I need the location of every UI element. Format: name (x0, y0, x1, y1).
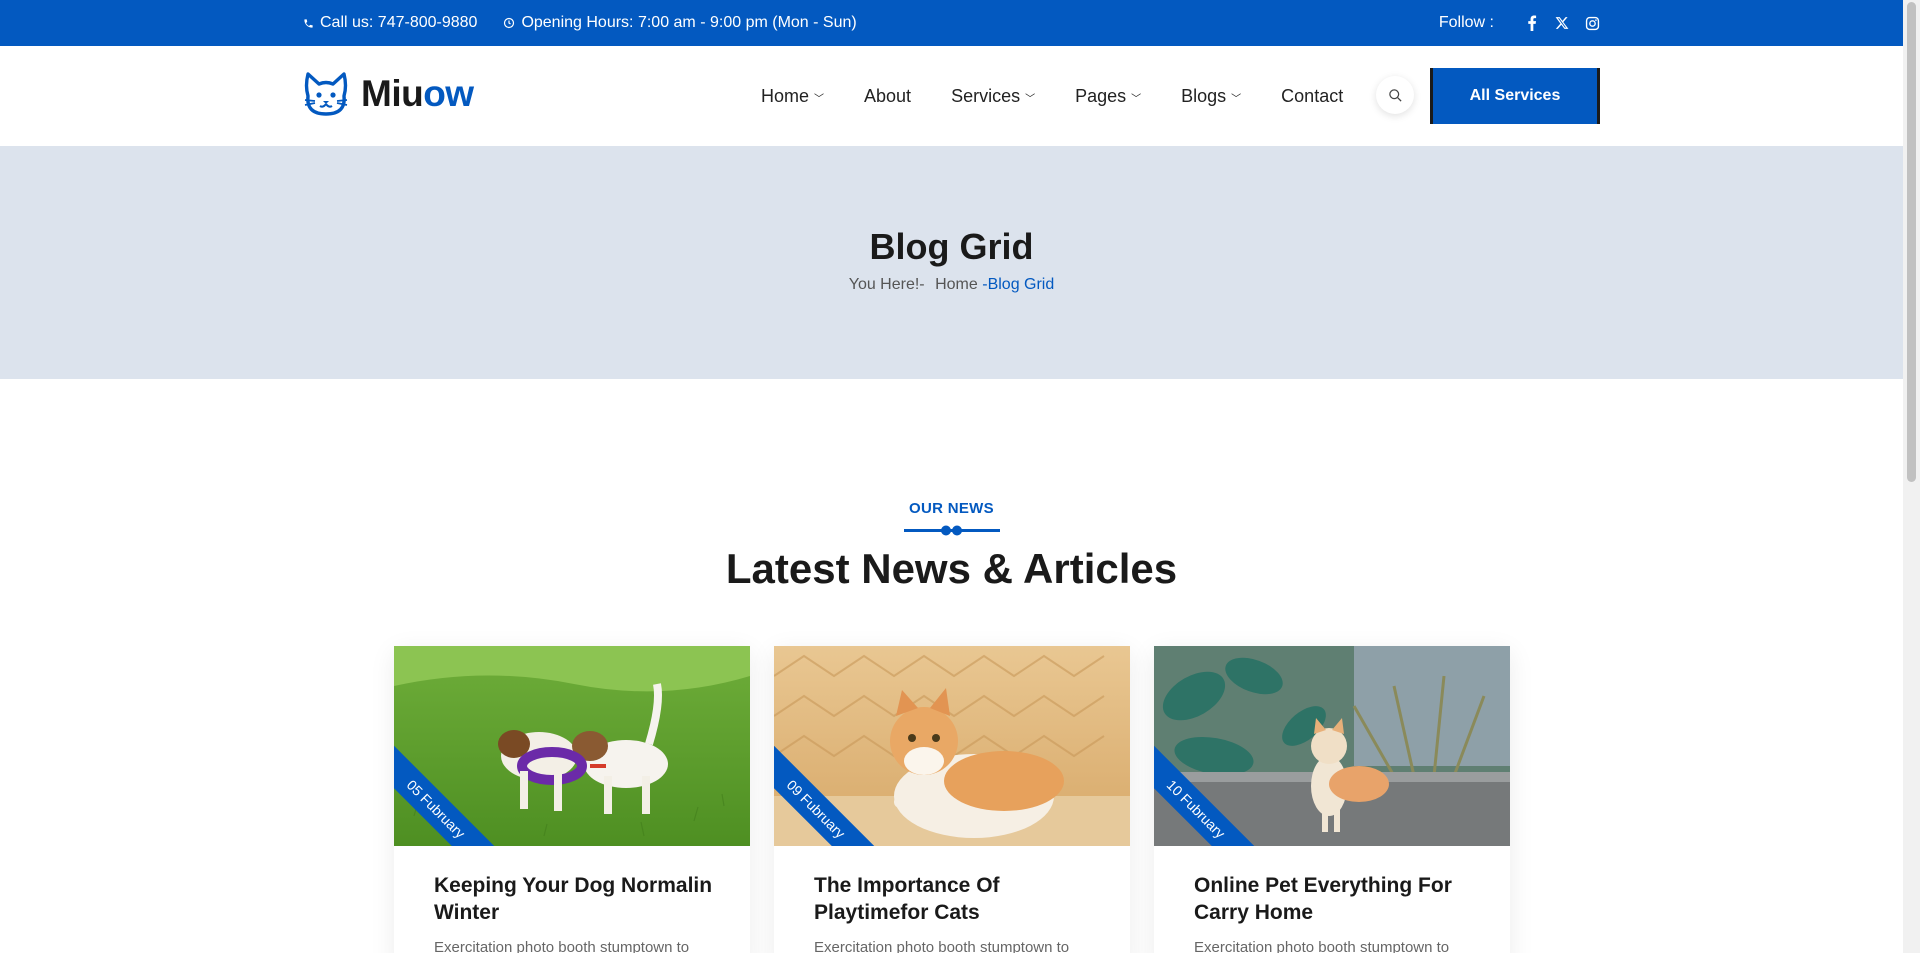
chevron-down-icon: ﹀ (1025, 93, 1036, 105)
facebook-icon[interactable] (1524, 15, 1540, 31)
scrollbar-thumb[interactable] (1907, 2, 1916, 482)
breadcrumb-prefix: You Here!- (848, 276, 925, 293)
hours-text: Opening Hours: 7:00 am - 9:00 pm (Mon - … (521, 14, 857, 31)
cat-logo-icon (304, 72, 348, 116)
nav-item-pages[interactable]: Pages ﹀ (1075, 86, 1141, 107)
brand-name: Miuow (361, 73, 474, 114)
search-icon (1388, 88, 1402, 102)
social-links (1524, 15, 1600, 31)
phone-icon (304, 18, 313, 28)
main-nav: Home ﹀ About Services ﹀ Pages ﹀ Blogs ﹀ Cont… (761, 46, 1343, 146)
section-divider (904, 525, 1000, 536)
post-title[interactable]: The Importance Of Playtimefor Cats (814, 872, 1104, 926)
chevron-down-icon: ﹀ (814, 93, 825, 105)
blog-card[interactable]: 10 Fubruary Online Pet Everything For Ca… (1154, 646, 1510, 953)
phone-info[interactable]: Call us: 747-800-9880 (303, 14, 477, 32)
main-header: Miuow Home ﹀ About Services ﹀ Pages ﹀ Blogs… (0, 46, 1903, 146)
nav-item-about[interactable]: About (864, 86, 911, 107)
blog-card[interactable]: 05 Fubruary Keeping Your Dog Normalin Wi… (394, 646, 750, 953)
post-title[interactable]: Online Pet Everything For Carry Home (1194, 872, 1484, 926)
all-services-button[interactable]: All Services (1430, 68, 1600, 124)
hours-info: Opening Hours: 7:00 am - 9:00 pm (Mon - … (503, 14, 857, 32)
nav-item-blogs[interactable]: Blogs ﹀ (1181, 86, 1241, 107)
section-title: Latest News & Articles (725, 545, 1178, 592)
post-title[interactable]: Keeping Your Dog Normalin Winter (434, 872, 724, 926)
nav-item-services[interactable]: Services ﹀ (951, 86, 1035, 107)
post-excerpt: Exercitation photo booth stumptown to (434, 939, 690, 953)
section-eyebrow: OUR NEWS (909, 500, 994, 517)
search-button[interactable] (1376, 76, 1414, 114)
phone-text: Call us: 747-800-9880 (320, 14, 478, 31)
nav-item-home[interactable]: Home ﹀ (761, 86, 824, 107)
page-title: Blog Grid (869, 226, 1034, 267)
breadcrumb: You Here!- Home -Blog Grid (0, 276, 1903, 294)
blog-card[interactable]: 09 Fubruary The Importance Of Playtimefo… (774, 646, 1130, 953)
top-bar: Call us: 747-800-9880 Opening Hours: 7:0… (0, 0, 1903, 46)
page-hero: Blog Grid You Here!- Home -Blog Grid (0, 146, 1903, 379)
instagram-icon[interactable] (1584, 15, 1600, 31)
post-excerpt: Exercitation photo booth stumptown to (1194, 939, 1450, 953)
nav-item-contact[interactable]: Contact (1281, 86, 1343, 107)
follow-label: Follow : (1438, 14, 1494, 31)
breadcrumb-home[interactable]: Home (935, 276, 978, 293)
chevron-down-icon: ﹀ (1231, 93, 1242, 105)
clock-icon (504, 17, 515, 29)
breadcrumb-current: -Blog Grid (982, 276, 1055, 293)
logo[interactable]: Miuow (303, 70, 474, 118)
x-icon[interactable] (1554, 15, 1570, 31)
cat-lying-image[interactable]: 09 Fubruary (774, 646, 1130, 846)
page-scrollbar[interactable] (1903, 0, 1920, 953)
chevron-down-icon: ﹀ (1131, 93, 1142, 105)
post-excerpt: Exercitation photo booth stumptown to (814, 939, 1070, 953)
cat-garden-image[interactable]: 10 Fubruary (1154, 646, 1510, 846)
dogs-playing-image[interactable]: 05 Fubruary (394, 646, 750, 846)
